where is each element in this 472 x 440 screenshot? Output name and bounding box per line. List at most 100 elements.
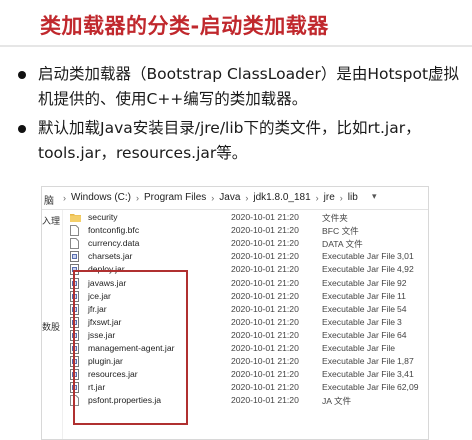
breadcrumb-item[interactable]: Program Files xyxy=(144,192,206,203)
file-type: Executable Jar File xyxy=(322,356,396,367)
file-size: 11 xyxy=(397,290,406,301)
file-name: security xyxy=(88,212,118,222)
file-date: 2020-10-01 21:20 xyxy=(231,382,299,393)
table-row[interactable]: resources.jar 2020-10-01 21:20 Executable … xyxy=(64,368,428,381)
table-row[interactable]: jsse.jar 2020-10-01 21:20 Executable Jar F… xyxy=(64,329,428,342)
crumb-separator-icon: › xyxy=(136,192,140,203)
bullet-list: 启动类加载器（Bootstrap ClassLoader）是由Hotspot虚拟… xyxy=(16,62,466,170)
file-date: 2020-10-01 21:20 xyxy=(231,329,299,340)
file-type: Executable Jar File xyxy=(322,290,396,301)
bullet-dot-icon xyxy=(18,125,26,133)
file-date: 2020-10-01 21:20 xyxy=(231,225,299,236)
jar-icon xyxy=(70,303,79,315)
file-name: javaws.jar xyxy=(88,277,127,288)
crumb-separator-icon: › xyxy=(339,192,343,203)
file-icon xyxy=(70,225,79,237)
crumb-separator-icon: › xyxy=(211,192,215,203)
file-date: 2020-10-01 21:20 xyxy=(231,356,299,367)
file-name: jce.jar xyxy=(88,290,111,301)
file-type: Executable Jar File xyxy=(322,316,396,327)
file-size: 54 xyxy=(397,303,407,314)
bullet-item: 默认加载Java安装目录/jre/lib下的类文件，比如rt.jar，tools… xyxy=(16,116,466,166)
breadcrumb-item[interactable]: jdk1.8.0_181 xyxy=(253,192,310,203)
file-name: rt.jar xyxy=(88,382,106,393)
address-bar[interactable]: 脑 › Windows (C:) › Program Files › Java … xyxy=(42,187,428,210)
address-cut-text: 脑 xyxy=(44,196,54,207)
file-type: Executable Jar File xyxy=(322,277,396,288)
file-date: 2020-10-01 21:20 xyxy=(231,251,299,262)
file-date: 2020-10-01 21:20 xyxy=(231,238,299,249)
file-type: Executable Jar File xyxy=(322,343,396,353)
crumb-separator-icon: › xyxy=(63,192,66,203)
file-date: 2020-10-01 21:20 xyxy=(231,369,299,380)
file-name: fontconfig.bfc xyxy=(88,225,140,236)
file-size: 4,92 xyxy=(397,264,414,275)
address-dropdown-icon[interactable]: ▾ xyxy=(372,191,377,202)
jar-icon xyxy=(70,277,79,289)
file-date: 2020-10-01 21:20 xyxy=(231,316,299,327)
breadcrumb-item[interactable]: Windows (C:) xyxy=(71,192,131,203)
slide-title: 类加载器的分类-启动类加载器 xyxy=(40,14,329,38)
file-size: 92 xyxy=(397,277,407,288)
bullet-dot-icon xyxy=(18,71,26,79)
file-name: charsets.jar xyxy=(88,251,133,262)
file-type: BFC 文件 xyxy=(322,226,359,237)
jar-icon xyxy=(70,369,79,381)
breadcrumb-item[interactable]: Java xyxy=(219,192,240,203)
file-name: deploy.jar xyxy=(88,264,125,275)
nav-item[interactable]: 入理 xyxy=(42,214,60,227)
file-name: currency.data xyxy=(88,238,140,249)
table-row[interactable]: rt.jar 2020-10-01 21:20 Executable Jar Fil… xyxy=(64,381,428,394)
navigation-pane: 入理 数股 xyxy=(42,210,63,439)
table-row[interactable]: javaws.jar 2020-10-01 21:20 Executable Jar… xyxy=(64,277,428,290)
jar-icon xyxy=(70,264,79,276)
jar-icon xyxy=(70,329,79,341)
file-size: 62,09 xyxy=(397,382,419,393)
jar-icon xyxy=(70,316,79,328)
jar-icon xyxy=(70,251,79,263)
file-explorer-window: 脑 › Windows (C:) › Program Files › Java … xyxy=(41,186,429,440)
file-type: 文件夹 xyxy=(322,213,348,223)
jar-icon xyxy=(70,356,79,368)
table-row[interactable]: management-agent.jar 2020-10-01 21:20 Exec… xyxy=(64,342,428,355)
file-date: 2020-10-01 21:20 xyxy=(231,212,299,222)
file-type: Executable Jar File xyxy=(322,264,396,275)
file-name: jfr.jar xyxy=(88,303,107,314)
bullet-item: 启动类加载器（Bootstrap ClassLoader）是由Hotspot虚拟… xyxy=(16,62,466,112)
file-type: DATA 文件 xyxy=(322,239,363,250)
file-date: 2020-10-01 21:20 xyxy=(231,303,299,314)
file-name: plugin.jar xyxy=(88,356,123,367)
file-type: Executable Jar File xyxy=(322,382,396,393)
crumb-separator-icon: › xyxy=(315,192,319,203)
table-row[interactable]: deploy.jar 2020-10-01 21:20 Executable Jar… xyxy=(64,263,428,276)
file-name: management-agent.jar xyxy=(88,343,175,353)
breadcrumb-item[interactable]: jre xyxy=(324,192,335,203)
crumb-separator-icon: › xyxy=(245,192,249,203)
table-row[interactable]: psfont.properties.ja 2020-10-01 21:20 JA 文… xyxy=(64,394,428,407)
table-row[interactable]: currency.data 2020-10-01 21:20 DATA 文件 xyxy=(64,237,428,250)
nav-item[interactable]: 数股 xyxy=(42,320,60,333)
file-date: 2020-10-01 21:20 xyxy=(231,395,299,406)
file-size: 3,01 xyxy=(397,251,414,262)
file-type: JA 文件 xyxy=(322,396,352,407)
file-date: 2020-10-01 21:20 xyxy=(231,264,299,275)
breadcrumb-item[interactable]: lib xyxy=(348,192,358,203)
file-icon xyxy=(70,395,79,407)
file-name: resources.jar xyxy=(88,369,138,380)
file-date: 2020-10-01 21:20 xyxy=(231,290,299,301)
table-row[interactable]: fontconfig.bfc 2020-10-01 21:20 BFC 文件 xyxy=(64,224,428,237)
file-name: jsse.jar xyxy=(88,329,116,340)
jar-icon xyxy=(70,382,79,394)
table-row[interactable]: security 2020-10-01 21:20 文件夹 xyxy=(64,211,428,224)
table-row[interactable]: jfxswt.jar 2020-10-01 21:20 Executable Jar… xyxy=(64,316,428,329)
table-row[interactable]: jfr.jar 2020-10-01 21:20 Executable Jar Fi… xyxy=(64,303,428,316)
table-row[interactable]: charsets.jar 2020-10-01 21:20 Executable J… xyxy=(64,250,428,263)
file-size: 3 xyxy=(397,316,402,327)
file-type: Executable Jar File xyxy=(322,303,396,314)
table-row[interactable]: plugin.jar 2020-10-01 21:20 Executable Jar… xyxy=(64,355,428,368)
file-size: 1,87 xyxy=(397,356,414,367)
file-size: 3,41 xyxy=(397,369,414,380)
breadcrumb: › Windows (C:) › Program Files › Java › … xyxy=(60,192,360,203)
file-icon xyxy=(70,238,79,250)
table-row[interactable]: jce.jar 2020-10-01 21:20 Executable Jar Fi… xyxy=(64,290,428,303)
